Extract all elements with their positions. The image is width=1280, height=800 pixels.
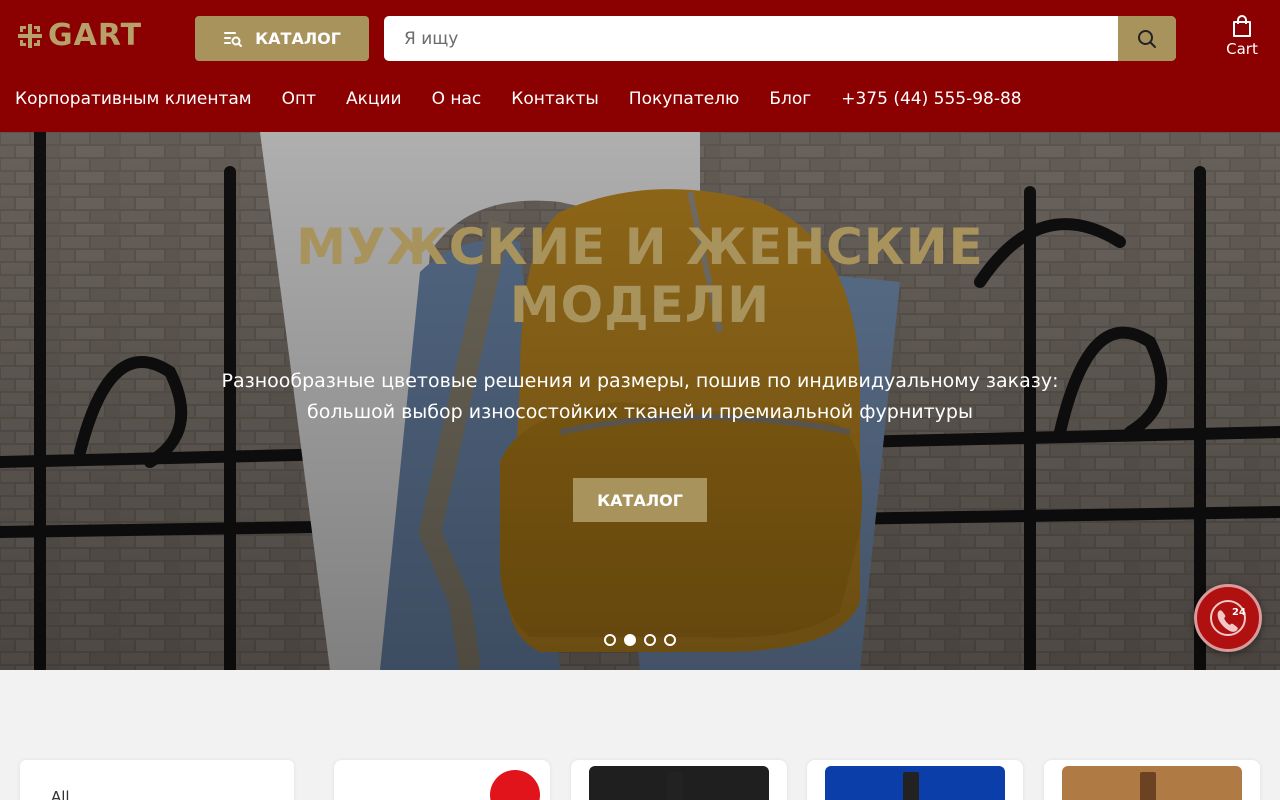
- product-card-1[interactable]: NEW: [334, 760, 550, 800]
- category-sidebar: All: [20, 760, 294, 800]
- search-button[interactable]: [1118, 16, 1176, 61]
- call-badge-text: 24: [1232, 607, 1246, 618]
- new-badge: NEW: [490, 770, 540, 800]
- nav-item-wholesale[interactable]: Опт: [282, 86, 316, 112]
- shopping-bag-icon: [1233, 15, 1251, 37]
- search-icon: [1138, 29, 1156, 48]
- product-image: [825, 766, 1005, 800]
- product-card-2[interactable]: [571, 760, 787, 800]
- product-card-3[interactable]: [807, 760, 1023, 800]
- call-24-button[interactable]: 24: [1194, 584, 1262, 652]
- buckle-strap: [667, 772, 683, 800]
- nav-item-promotions[interactable]: Акции: [346, 86, 402, 112]
- category-item-all[interactable]: All: [51, 788, 70, 800]
- nav-item-phone[interactable]: +375 (44) 555-98-88: [841, 86, 1021, 112]
- catalog-button-label: КАТАЛОГ: [255, 29, 341, 48]
- logo-text: GART: [48, 18, 143, 53]
- product-image: [589, 766, 769, 800]
- catalog-button[interactable]: КАТАЛОГ: [195, 16, 369, 61]
- slider-dot-4[interactable]: [664, 634, 676, 646]
- hero-subtitle: Разнообразные цветовые решения и размеры…: [221, 370, 1059, 423]
- slider-dot-1[interactable]: [604, 634, 616, 646]
- main-nav: Корпоративным клиентам Опт Акции О нас К…: [15, 86, 1022, 112]
- catalog-search-icon: [224, 31, 243, 47]
- nav-item-corporate[interactable]: Корпоративным клиентам: [15, 86, 252, 112]
- cart-label: Cart: [1226, 40, 1258, 58]
- logo-ornament-icon: [18, 24, 42, 48]
- slider-dots: [604, 634, 676, 646]
- hero-slider: МУЖСКИЕ И ЖЕНСКИЕ МОДЕЛИ Разнообразные ц…: [0, 132, 1280, 670]
- product-image: [1062, 766, 1242, 800]
- slider-dot-2[interactable]: [624, 634, 636, 646]
- search-bar: [384, 16, 1176, 61]
- hero-title: МУЖСКИЕ И ЖЕНСКИЕ МОДЕЛИ: [296, 218, 984, 334]
- nav-item-about[interactable]: О нас: [432, 86, 482, 112]
- site-header: GART КАТАЛОГ Я ищу Cart Корпоративным кл…: [0, 0, 1280, 132]
- nav-item-customer[interactable]: Покупателю: [629, 86, 740, 112]
- buckle-strap: [903, 772, 919, 800]
- logo[interactable]: GART: [16, 20, 142, 52]
- nav-item-contacts[interactable]: Контакты: [511, 86, 599, 112]
- product-card-4[interactable]: [1044, 760, 1260, 800]
- hero-catalog-button[interactable]: КАТАЛОГ: [573, 478, 707, 522]
- phone-24-icon: 24: [1210, 600, 1246, 636]
- cart-button[interactable]: Cart: [1218, 14, 1266, 62]
- slider-dot-3[interactable]: [644, 634, 656, 646]
- nav-item-blog[interactable]: Блог: [769, 86, 811, 112]
- buckle-strap: [1140, 772, 1156, 800]
- search-input[interactable]: [384, 16, 1118, 61]
